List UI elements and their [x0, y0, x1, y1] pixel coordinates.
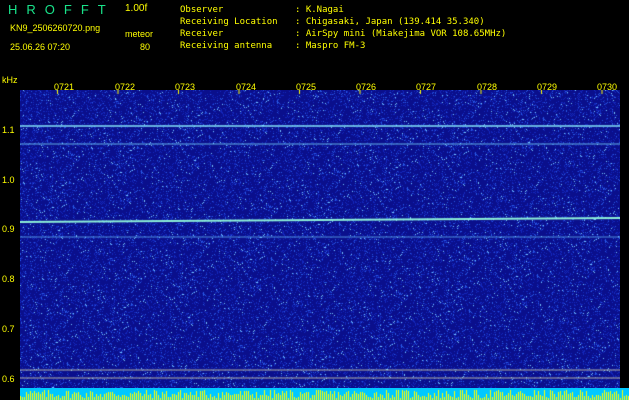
info-row-observer: Observer : K.Nagai	[180, 4, 506, 16]
info-row-receiver: Receiver : AirSpy mini (Miakejima VOR 108…	[180, 28, 506, 40]
mode-label: meteor	[125, 29, 154, 39]
info-label: Receiving Location	[180, 17, 278, 27]
info-value: : Maspro FM-3	[295, 41, 366, 51]
signal-level-bar	[20, 388, 629, 400]
frequency-unit-label: kHz	[2, 75, 18, 85]
y-tick-label: 1.1	[2, 125, 15, 135]
info-label: Receiving antenna	[180, 41, 273, 51]
version-label: 1.00f	[125, 3, 148, 14]
info-value: : Chigasaki, Japan (139.414 35.340)	[295, 17, 485, 27]
y-tick-label: 0.8	[2, 274, 15, 284]
spectrogram-plot[interactable]	[20, 90, 620, 388]
y-tick-label: 0.7	[2, 324, 15, 334]
filename-label: KN9_2506260720.png	[10, 23, 101, 33]
value-label: 80	[140, 42, 151, 52]
info-value: : K.Nagai	[295, 5, 344, 15]
station-info: Observer : K.Nagai Receiving Location : Ch…	[180, 4, 506, 52]
app-title: HROFFT	[8, 2, 115, 17]
info-value: : AirSpy mini (Miakejima VOR 108.65MHz)	[295, 29, 507, 39]
timestamp-label: 25.06.26 07:20	[10, 42, 71, 52]
info-row-location: Receiving Location : Chigasaki, Japan (13…	[180, 16, 506, 28]
spectrogram-canvas	[20, 90, 620, 388]
info-label: Observer	[180, 5, 224, 15]
header-panel: HROFFT 1.00f KN9_2506260720.png meteor 2…	[0, 0, 629, 78]
level-canvas	[20, 388, 629, 400]
info-label: Receiver	[180, 29, 224, 39]
y-tick-label: 0.9	[2, 224, 15, 234]
y-tick-label: 1.0	[2, 175, 15, 185]
info-row-antenna: Receiving antenna : Maspro FM-3	[180, 40, 506, 52]
y-tick-label: 0.6	[2, 374, 15, 384]
